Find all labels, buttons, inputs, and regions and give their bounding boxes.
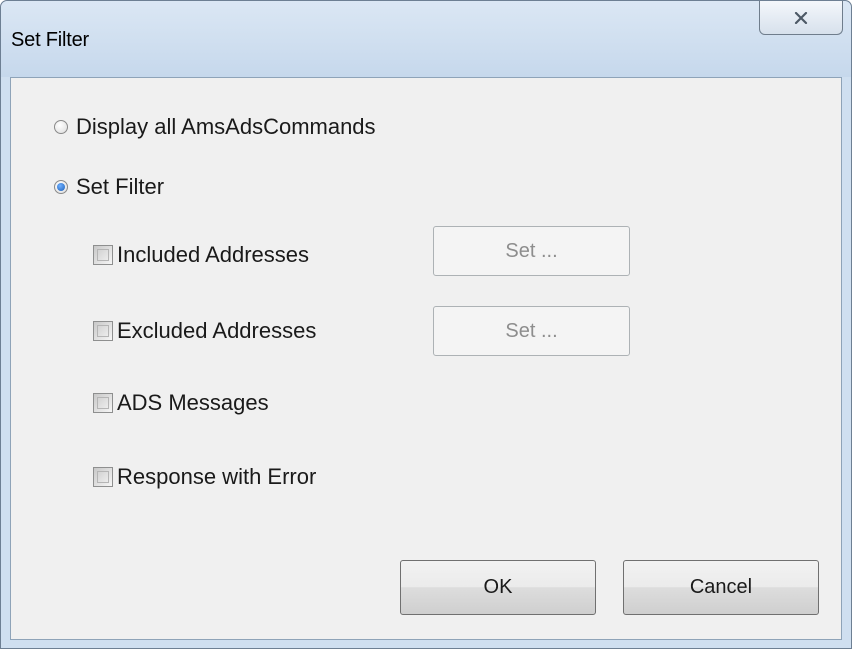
radio-set-filter-label: Set Filter: [76, 174, 165, 199]
set-filter-dialog: Set Filter Display all AmsAdsCommands Se…: [0, 0, 852, 649]
cancel-button[interactable]: Cancel: [623, 560, 819, 615]
ok-button[interactable]: OK: [400, 560, 596, 615]
included-addresses-set-button[interactable]: Set ...: [433, 226, 630, 276]
radio-display-all-indicator[interactable]: [54, 120, 68, 134]
radio-set-filter-indicator[interactable]: [54, 180, 68, 194]
checkbox-included-addresses[interactable]: Included Addresses: [93, 242, 309, 268]
included-addresses-label: Included Addresses: [117, 242, 310, 267]
checkbox-ads-messages[interactable]: ADS Messages: [93, 390, 269, 416]
response-with-error-checkbox[interactable]: [93, 467, 113, 487]
ads-messages-checkbox[interactable]: [93, 393, 113, 413]
dialog-body: Display all AmsAdsCommands Set Filter In…: [10, 77, 842, 640]
checkbox-excluded-addresses[interactable]: Excluded Addresses: [93, 318, 316, 344]
title-bar[interactable]: Set Filter: [1, 1, 851, 77]
window-title: Set Filter: [11, 29, 90, 51]
excluded-addresses-label: Excluded Addresses: [117, 318, 317, 343]
radio-set-filter[interactable]: Set Filter: [54, 174, 164, 200]
checkbox-response-with-error[interactable]: Response with Error: [93, 464, 316, 490]
included-addresses-checkbox[interactable]: [93, 245, 113, 265]
close-x-icon: [794, 11, 808, 24]
excluded-addresses-checkbox[interactable]: [93, 321, 113, 341]
radio-display-all-label: Display all AmsAdsCommands: [76, 114, 376, 139]
response-with-error-label: Response with Error: [117, 464, 317, 489]
close-button[interactable]: [759, 1, 843, 35]
radio-display-all[interactable]: Display all AmsAdsCommands: [54, 114, 376, 140]
excluded-addresses-set-button[interactable]: Set ...: [433, 306, 630, 356]
ads-messages-label: ADS Messages: [117, 390, 269, 415]
